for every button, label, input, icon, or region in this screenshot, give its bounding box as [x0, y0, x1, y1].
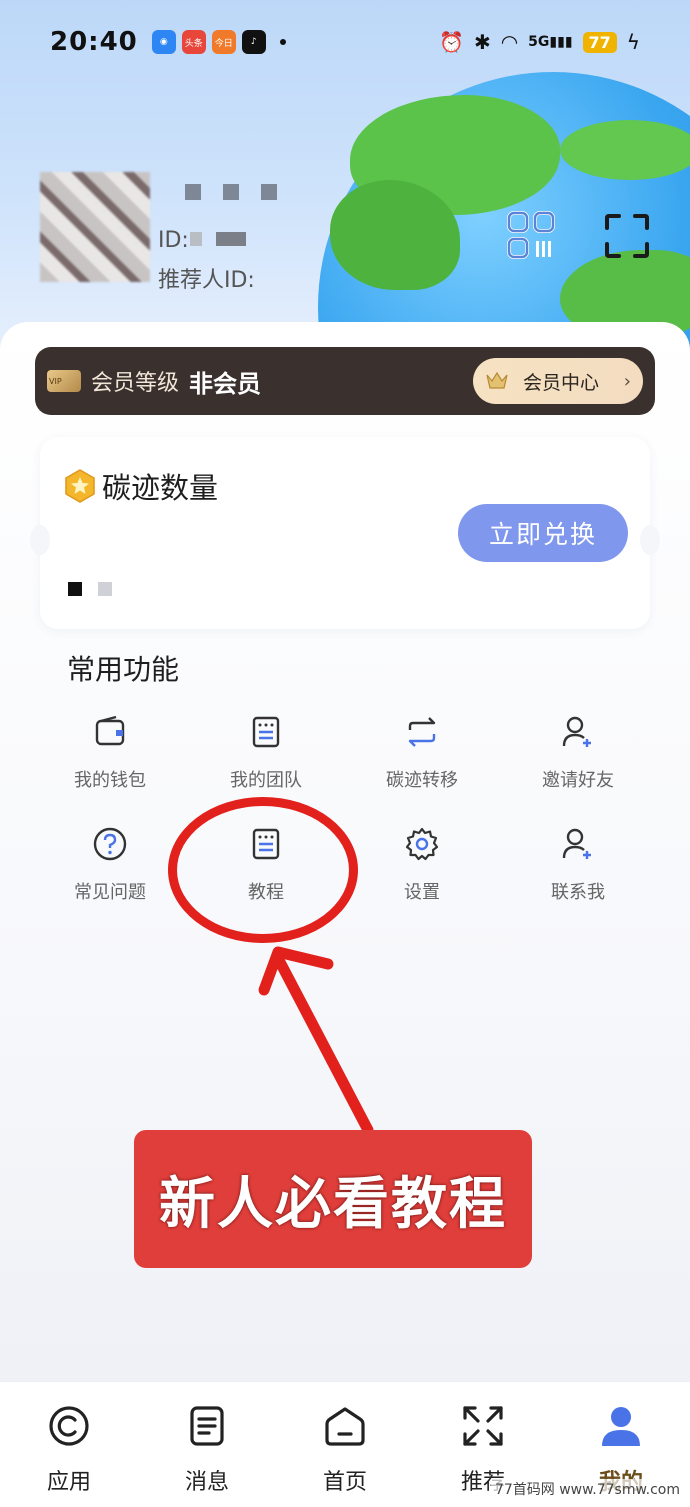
fn-label: 教程: [248, 882, 284, 903]
member-level-value: 非会员: [189, 369, 262, 398]
earth-land-decoration: [560, 120, 690, 180]
fn-invite-friends[interactable]: 邀请好友: [500, 710, 656, 822]
user-id-label: ID:: [158, 228, 189, 253]
tiktok-app-icon: ♪: [241, 30, 266, 54]
notification-icons: ◉ 头条 今日 ♪: [151, 30, 286, 54]
fn-faq[interactable]: 常见问题: [32, 822, 188, 934]
tab-label: 应用: [46, 1470, 91, 1495]
status-bar: 20:40 ◉ 头条 今日 ♪ ⏰ ✱ ◠ 5G▮▮▮ 77 ϟ: [0, 22, 690, 62]
member-level-label: 会员等级: [91, 371, 180, 396]
carbon-title-label: 碳迹数量: [102, 471, 219, 505]
invite-friend-icon: [562, 716, 591, 747]
charging-icon: ϟ: [626, 30, 640, 54]
fn-my-team[interactable]: 我的团队: [188, 710, 344, 822]
message-icon: [190, 1406, 224, 1446]
user-icon: [602, 1407, 640, 1446]
transfer-icon: [408, 717, 436, 747]
more-notifications-dot: [279, 39, 286, 45]
fn-carbon-transfer[interactable]: 碳迹转移: [344, 710, 500, 822]
fn-my-wallet[interactable]: 我的钱包: [32, 710, 188, 822]
carbon-title: 碳迹数量: [62, 465, 218, 507]
fn-label: 设置: [404, 882, 440, 903]
referrer-id-label: 推荐人ID:: [158, 268, 255, 293]
bluetooth-icon: ✱: [473, 30, 491, 54]
user-id-blurred: [190, 232, 246, 246]
toutiao-app-icon: 头条: [181, 30, 206, 54]
crown-icon: [486, 371, 508, 389]
alarm-icon: ⏰: [439, 30, 464, 54]
fn-label: 邀请好友: [542, 770, 614, 791]
apps-icon: [49, 1406, 89, 1446]
question-icon: [93, 827, 127, 861]
gear-icon: [405, 827, 439, 861]
username-blurred: [185, 184, 277, 200]
site-watermark: 77首码网 www.77smw.com: [490, 1479, 684, 1499]
member-center-label: 会员中心: [523, 371, 600, 394]
redeem-now-button[interactable]: 立即兑换: [458, 504, 628, 562]
common-functions-title: 常用功能: [67, 653, 180, 686]
carbon-amount-blurred: [68, 582, 112, 596]
team-icon: [252, 716, 280, 748]
wifi-icon: ◠: [500, 30, 519, 54]
common-functions-grid: 我的钱包 我的团队 碳迹转移 邀请好友 常见问题 教程 设置 联系我: [32, 710, 656, 934]
tutorial-callout-text: 新人必看教程: [159, 1171, 507, 1237]
fn-label: 我的团队: [230, 770, 302, 791]
signal-5g-icon: 5G▮▮▮: [528, 34, 573, 50]
carbon-coin-icon: [65, 469, 95, 503]
member-center-button[interactable]: 会员中心 ›: [473, 358, 643, 404]
tab-home[interactable]: 首页: [276, 1382, 414, 1507]
battery-icon: 77: [582, 31, 617, 53]
tab-label: 消息: [184, 1470, 229, 1495]
chevron-right-icon: ›: [623, 370, 631, 392]
scan-icon[interactable]: [603, 212, 651, 260]
tutorial-callout-banner: 新人必看教程: [134, 1130, 532, 1268]
qr-code-icon[interactable]: [506, 210, 558, 262]
status-time: 20:40: [50, 27, 138, 57]
tab-label: 首页: [322, 1470, 367, 1495]
fn-tutorial[interactable]: 教程: [188, 822, 344, 934]
fn-settings[interactable]: 设置: [344, 822, 500, 934]
fn-contact-me[interactable]: 联系我: [500, 822, 656, 934]
tab-messages[interactable]: 消息: [138, 1382, 276, 1507]
carbon-balance-card: 碳迹数量 立即兑换: [30, 437, 660, 629]
tutorial-icon: [252, 828, 280, 860]
avatar[interactable]: [40, 172, 150, 282]
tab-apps[interactable]: 应用: [0, 1382, 138, 1507]
vip-card-icon: VIP: [47, 370, 81, 392]
jinri-app-icon: 今日: [211, 30, 236, 54]
fn-label: 常见问题: [74, 882, 146, 903]
fn-label: 碳迹转移: [386, 770, 458, 791]
membership-bar: VIP 会员等级 非会员 会员中心 ›: [35, 347, 655, 415]
home-icon: [325, 1407, 365, 1446]
fn-label: 我的钱包: [74, 770, 146, 791]
card-notch: [30, 525, 50, 555]
system-icons: ⏰ ✱ ◠ 5G▮▮▮ 77 ϟ: [439, 30, 640, 54]
expand-icon: [463, 1406, 503, 1446]
fn-label: 联系我: [551, 882, 605, 903]
contact-icon: [562, 828, 591, 859]
wallet-icon: [95, 715, 125, 746]
browser-app-icon: ◉: [151, 30, 176, 54]
card-notch: [640, 525, 660, 555]
